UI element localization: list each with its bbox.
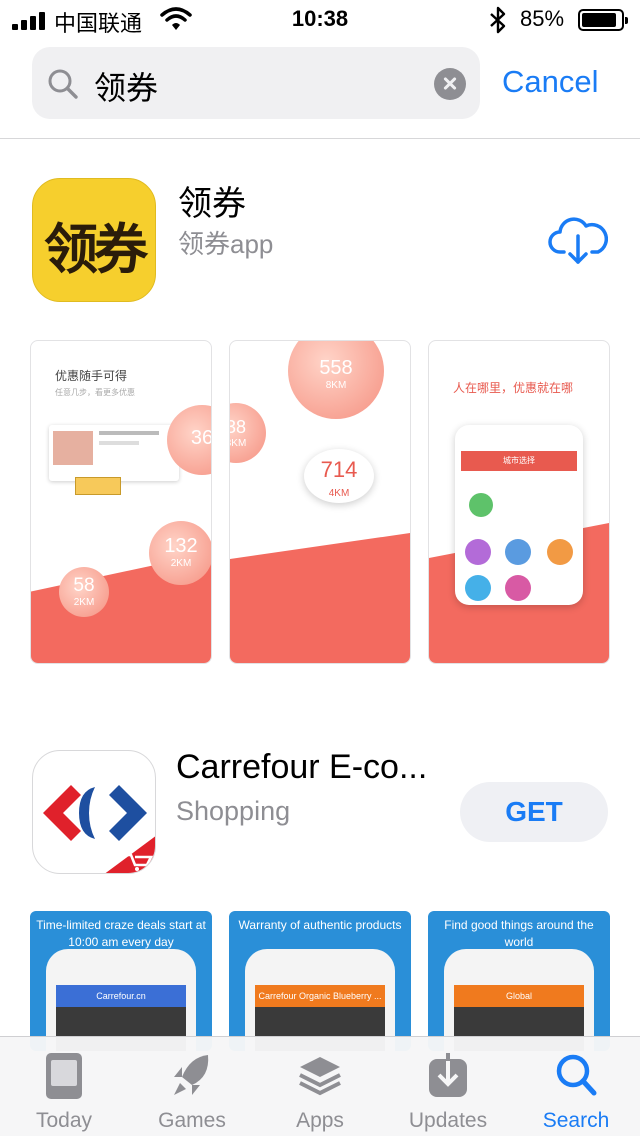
search-icon: [48, 69, 78, 99]
today-icon: [46, 1053, 82, 1099]
carrefour-logo-icon: [43, 785, 155, 873]
deal-card: [49, 425, 179, 481]
battery-percentage: 85%: [520, 6, 565, 31]
screenshot-title: 人在哪里，优惠就在哪: [453, 381, 574, 395]
clear-search-icon[interactable]: [434, 68, 466, 100]
tab-label: Apps: [296, 1109, 344, 1132]
distance-bubble-highlight: 714 4KM: [304, 449, 374, 503]
search-icon: [556, 1054, 597, 1096]
distance-bubble: 558 8KM: [288, 341, 384, 419]
app-icon[interactable]: [32, 750, 156, 874]
tab-search[interactable]: Search: [512, 1037, 640, 1136]
screenshot-caption: Time-limited craze deals start at 10:00 …: [36, 918, 206, 949]
tab-label: Search: [542, 1109, 610, 1132]
battery-icon: [578, 9, 628, 31]
app-icon-logo-text: 领券: [44, 220, 148, 280]
app-subtitle: 领券app: [178, 229, 274, 259]
promo-badge: [75, 477, 121, 495]
header-divider: [0, 138, 640, 139]
bluetooth-icon: [490, 6, 506, 34]
tab-label: Games: [158, 1109, 226, 1132]
app-screenshot[interactable]: 优惠随手可得 任意几步，看更多优惠 58 2KM 132 2KM 36: [30, 340, 212, 664]
rocket-icon: [174, 1055, 209, 1095]
tab-games[interactable]: Games: [128, 1037, 256, 1136]
screenshot-caption: Warranty of authentic products: [238, 918, 402, 932]
tab-label: Updates: [408, 1109, 488, 1132]
screenshot-title: 优惠随手可得: [55, 369, 128, 383]
app-screenshot[interactable]: 人在哪里，优惠就在哪 城市选择: [428, 340, 610, 664]
app-name[interactable]: Carrefour E-co...: [176, 748, 446, 787]
distance-bubble: 132 2KM: [149, 521, 211, 585]
tab-bar: Today Games Apps Updates Search: [0, 1036, 640, 1136]
distance-bubble: 58 2KM: [59, 567, 109, 617]
tab-today[interactable]: Today: [0, 1037, 128, 1136]
get-button[interactable]: GET: [460, 782, 608, 842]
search-input[interactable]: 领券: [94, 63, 158, 109]
app-screenshot[interactable]: Time-limited craze deals start at 10:00 …: [30, 911, 212, 1051]
status-bar: 中国联通 10:38 85%: [0, 0, 640, 40]
cloud-download-icon[interactable]: [548, 214, 608, 268]
layers-icon: [299, 1057, 341, 1096]
app-icon[interactable]: 领券: [32, 178, 156, 302]
tab-label: Today: [35, 1109, 93, 1132]
screenshot-caption: Find good things around the world: [444, 918, 594, 949]
distance-bubble: 38 3KM: [230, 403, 266, 463]
phone-mockup: 城市选择: [455, 425, 583, 605]
search-field[interactable]: 领券: [32, 47, 480, 119]
screenshot-subtitle: 任意几步，看更多优惠: [55, 388, 135, 397]
app-screenshot[interactable]: Find good things around the world Global: [428, 911, 610, 1051]
app-screenshot[interactable]: Warranty of authentic products Carrefour…: [229, 911, 411, 1051]
app-screenshot[interactable]: 558 8KM 38 3KM 714 4KM: [229, 340, 411, 664]
tab-updates[interactable]: Updates: [384, 1037, 512, 1136]
cancel-button[interactable]: Cancel: [502, 64, 599, 100]
app-category: Shopping: [176, 796, 291, 826]
download-icon: [429, 1053, 467, 1097]
app-name[interactable]: 领券: [178, 176, 246, 225]
tab-apps[interactable]: Apps: [256, 1037, 384, 1136]
